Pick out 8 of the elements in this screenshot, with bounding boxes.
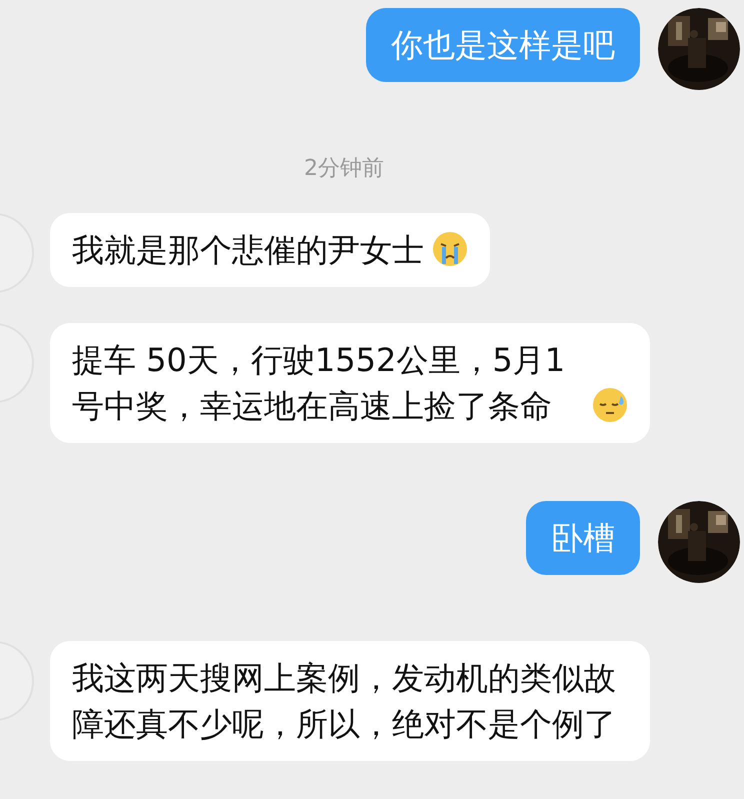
crying-face-icon	[432, 231, 468, 267]
timestamp: 2分钟前	[304, 155, 384, 183]
message-text: 卧槽	[551, 518, 615, 559]
message-text: 我就是那个悲催的尹女士	[72, 230, 424, 271]
message-text: 提车 50天，行驶1552公里，5月1号中奖，幸运地在高速上捡了条命	[72, 340, 566, 427]
sweat-face-icon	[592, 387, 628, 423]
message-text: 你也是这样是吧	[391, 25, 615, 66]
message-text: 我这两天搜网上案例，发动机的类似故障还真不少呢，所以，绝对不是个例了	[72, 658, 617, 745]
